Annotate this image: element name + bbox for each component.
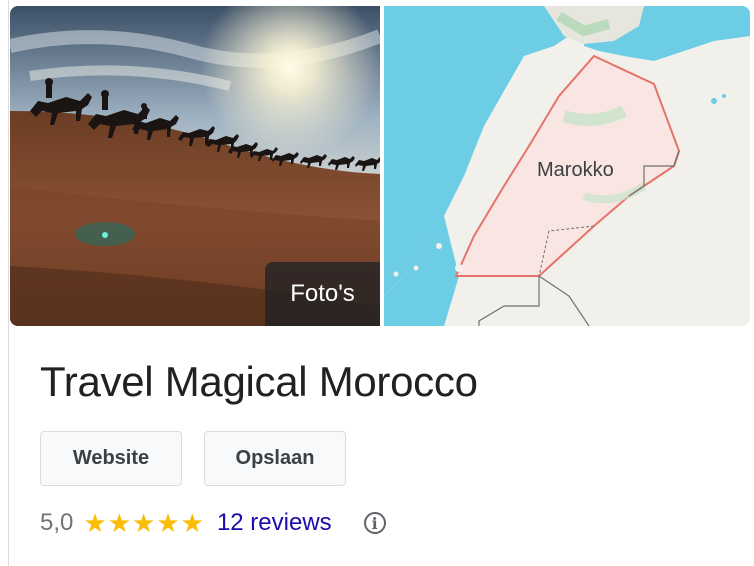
star-icon: ★ [132, 508, 156, 538]
photos-button[interactable]: Foto's [265, 262, 380, 326]
save-button-label: Opslaan [235, 447, 315, 469]
save-button[interactable]: Opslaan [204, 431, 346, 486]
website-button[interactable]: Website [40, 431, 182, 486]
rating-value: 5,0 [40, 509, 74, 536]
star-icon: ★ [180, 508, 204, 538]
morocco-map: Marokko [384, 6, 750, 326]
rating-row: 5,0 ★ ★ ★ ★ ★ 12 reviews i [40, 505, 386, 541]
photos-button-label: Foto's [290, 280, 355, 307]
business-title: Travel Magical Morocco [40, 358, 478, 405]
website-button-label: Website [72, 447, 150, 469]
photo-tile[interactable]: Foto's [10, 6, 380, 326]
star-rating: ★ ★ ★ ★ ★ [83, 510, 205, 536]
star-icon: ★ [107, 508, 131, 538]
map-tile[interactable]: Marokko [384, 6, 750, 326]
star-icon: ★ [83, 508, 107, 538]
map-region-label: Marokko [537, 159, 614, 181]
reviews-link[interactable]: 12 reviews [217, 509, 332, 537]
star-icon: ★ [156, 508, 180, 538]
info-icon[interactable]: i [363, 512, 386, 534]
